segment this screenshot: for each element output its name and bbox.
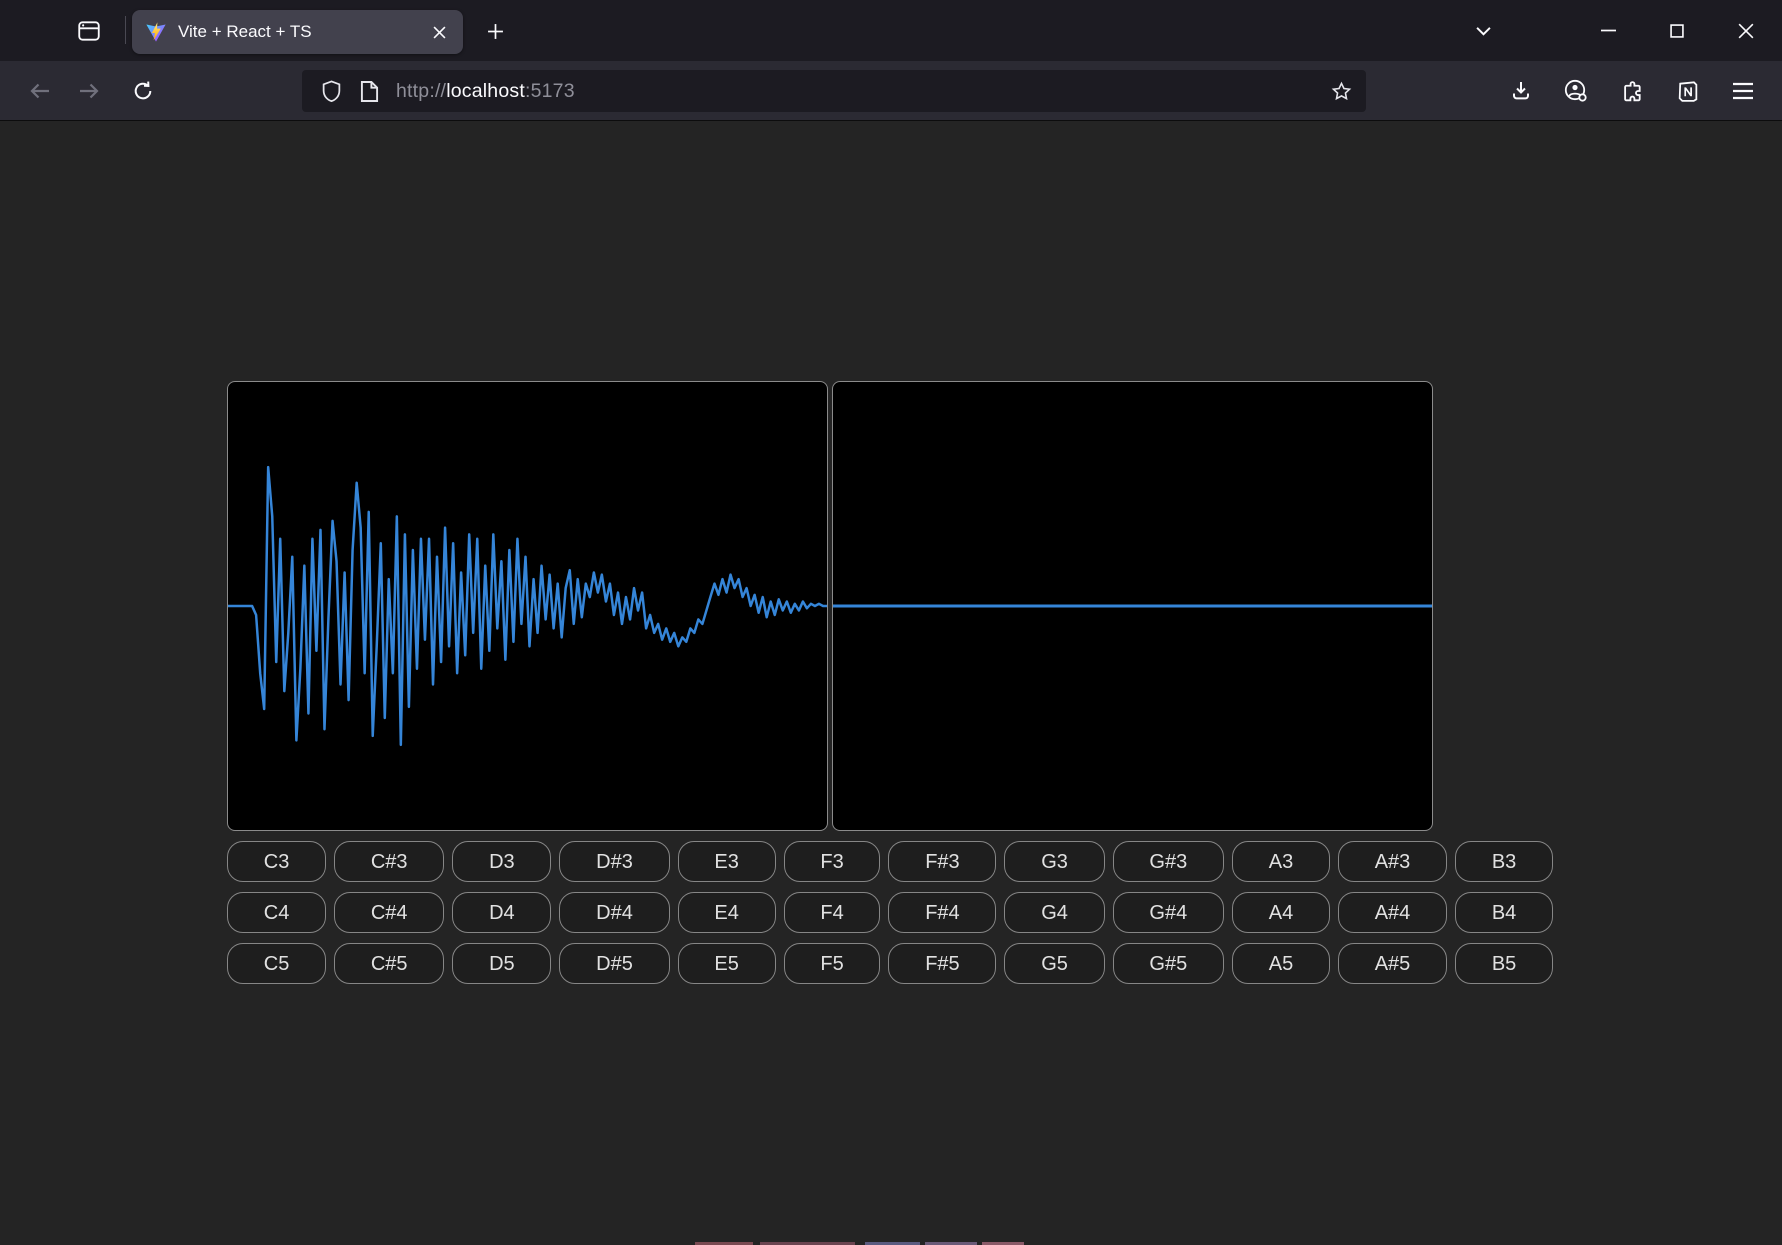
note-button-fs4[interactable]: F#4 [888, 892, 996, 933]
note-button-e4[interactable]: E4 [678, 892, 776, 933]
note-button-c4[interactable]: C4 [227, 892, 326, 933]
menu-button[interactable] [1724, 72, 1762, 110]
note-keyboard: C3 C#3 D3 D#3 E3 F3 F#3 G3 G#3 A3 A#3 B3… [227, 841, 1553, 984]
page-content: C3 C#3 D3 D#3 E3 F3 F#3 G3 G#3 A3 A#3 B3… [0, 121, 1782, 1245]
note-button-b5[interactable]: B5 [1455, 943, 1553, 984]
firefox-view-icon [76, 18, 102, 44]
close-icon [1738, 23, 1754, 39]
bookmark-star-icon[interactable] [1326, 76, 1356, 106]
note-button-d3[interactable]: D3 [452, 841, 551, 882]
new-tab-icon [487, 23, 504, 40]
notion-extension-button[interactable] [1668, 72, 1706, 110]
browser-tab[interactable]: Vite + React + TS [132, 10, 463, 54]
minimize-button[interactable] [1584, 0, 1632, 61]
back-icon [28, 79, 52, 103]
waveform-plot [228, 382, 827, 830]
scope-panels [227, 381, 1553, 831]
note-button-d4[interactable]: D4 [452, 892, 551, 933]
note-button-g3[interactable]: G3 [1004, 841, 1104, 882]
tab-separator [125, 16, 126, 44]
reload-button[interactable] [124, 72, 162, 110]
note-button-c3[interactable]: C3 [227, 841, 326, 882]
account-icon [1563, 78, 1589, 104]
note-button-a3[interactable]: A3 [1232, 841, 1330, 882]
extensions-puzzle-icon [1621, 80, 1644, 103]
maximize-button[interactable] [1653, 0, 1701, 61]
waveform-canvas [227, 381, 828, 831]
note-button-f5[interactable]: F5 [784, 943, 881, 984]
note-button-as4[interactable]: A#4 [1338, 892, 1447, 933]
note-button-gs5[interactable]: G#5 [1113, 943, 1224, 984]
note-button-cs4[interactable]: C#4 [334, 892, 444, 933]
close-button[interactable] [1722, 0, 1770, 61]
forward-icon [77, 79, 101, 103]
note-button-gs3[interactable]: G#3 [1113, 841, 1224, 882]
chevron-down-icon [1476, 26, 1491, 36]
note-button-d5[interactable]: D5 [452, 943, 551, 984]
downloads-button[interactable] [1502, 72, 1540, 110]
forward-button[interactable] [70, 72, 108, 110]
note-button-f4[interactable]: F4 [784, 892, 881, 933]
note-button-e3[interactable]: E3 [678, 841, 776, 882]
shield-icon[interactable] [316, 76, 346, 106]
url-bar[interactable]: http://localhost:5173 [302, 70, 1366, 112]
note-button-a4[interactable]: A4 [1232, 892, 1330, 933]
tab-bar: Vite + React + TS [0, 0, 1782, 61]
back-button[interactable] [21, 72, 59, 110]
minimize-icon [1601, 29, 1616, 32]
flatline-canvas [832, 381, 1433, 831]
maximize-icon [1670, 24, 1684, 38]
flatline-plot [833, 382, 1432, 830]
synth-app: C3 C#3 D3 D#3 E3 F3 F#3 G3 G#3 A3 A#3 B3… [227, 381, 1553, 984]
note-button-a5[interactable]: A5 [1232, 943, 1330, 984]
vite-favicon-icon [145, 21, 167, 43]
note-button-c5[interactable]: C5 [227, 943, 326, 984]
list-all-tabs-button[interactable] [1459, 0, 1507, 61]
note-button-e5[interactable]: E5 [678, 943, 776, 984]
note-button-g4[interactable]: G4 [1004, 892, 1104, 933]
note-button-ds5[interactable]: D#5 [559, 943, 669, 984]
note-button-b4[interactable]: B4 [1455, 892, 1553, 933]
note-button-ds3[interactable]: D#3 [559, 841, 669, 882]
octave-4-row: C4 C#4 D4 D#4 E4 F4 F#4 G4 G#4 A4 A#4 B4 [227, 892, 1553, 933]
note-button-cs5[interactable]: C#5 [334, 943, 444, 984]
tab-close-icon[interactable] [425, 18, 453, 46]
note-button-f3[interactable]: F3 [784, 841, 881, 882]
octave-5-row: C5 C#5 D5 D#5 E5 F5 F#5 G5 G#5 A5 A#5 B5 [227, 943, 1553, 984]
extensions-button[interactable] [1613, 72, 1651, 110]
note-button-as3[interactable]: A#3 [1338, 841, 1447, 882]
note-button-ds4[interactable]: D#4 [559, 892, 669, 933]
account-button[interactable] [1557, 72, 1595, 110]
navigation-toolbar: http://localhost:5173 [0, 61, 1782, 121]
notion-extension-icon [1675, 79, 1700, 104]
tab-title: Vite + React + TS [178, 22, 425, 42]
note-button-gs4[interactable]: G#4 [1113, 892, 1224, 933]
note-button-as5[interactable]: A#5 [1338, 943, 1447, 984]
note-button-g5[interactable]: G5 [1004, 943, 1104, 984]
reload-icon [131, 79, 155, 103]
note-button-cs3[interactable]: C#3 [334, 841, 444, 882]
downloads-icon [1509, 79, 1533, 103]
note-button-fs5[interactable]: F#5 [888, 943, 996, 984]
octave-3-row: C3 C#3 D3 D#3 E3 F3 F#3 G3 G#3 A3 A#3 B3 [227, 841, 1553, 882]
url-text: http://localhost:5173 [396, 80, 1326, 103]
new-tab-button[interactable] [478, 14, 512, 48]
note-button-fs3[interactable]: F#3 [888, 841, 996, 882]
hamburger-menu-icon [1732, 82, 1754, 100]
note-button-b3[interactable]: B3 [1455, 841, 1553, 882]
firefox-view-button[interactable] [72, 16, 106, 46]
page-icon[interactable] [354, 76, 384, 106]
